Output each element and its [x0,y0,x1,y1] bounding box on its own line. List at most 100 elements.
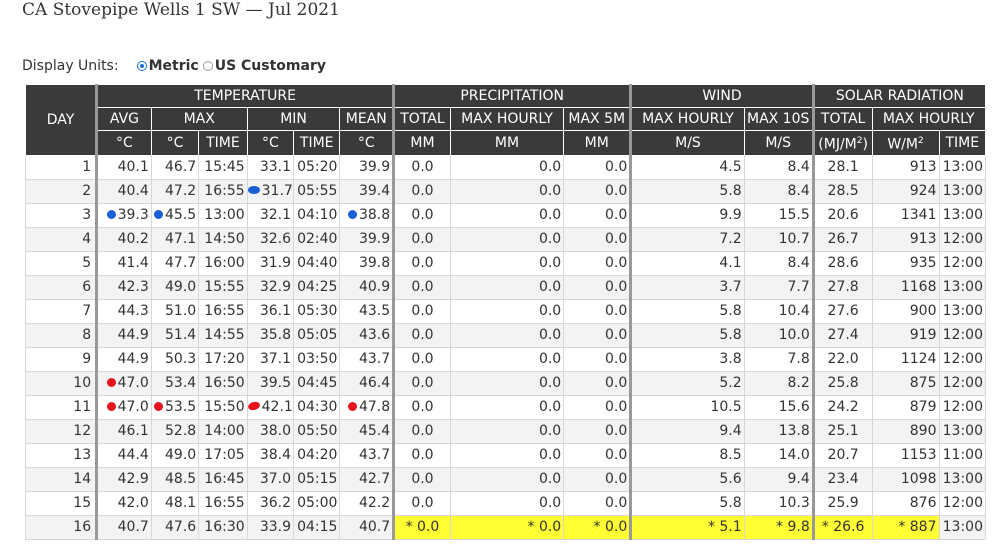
cell-avg: 40.1 [95,154,152,180]
cell-precip-max-5m: 0.0 [563,250,632,276]
cell-precip-max-5m: 0.0 [563,178,632,204]
cell-precip-max-5m: 0.0 [563,466,632,492]
col-solar-total: TOTAL [811,107,873,131]
table-row: 10 47.0 53.4 16:50 39.5 04:45 46.4 0.0 0.0 0.0 5.2… [24,370,986,396]
cell-mean: 40.9 [339,274,395,300]
table-row: 7 44.3 51.0 16:55 36.1 05:30 43.5 0.0 0.0 0.0 5.8 1… [24,298,986,324]
cell-solar-total: 25.1 [811,418,873,444]
cell-avg: 40.4 [95,178,152,204]
unit-wind-max-hourly: M/S [629,130,745,156]
cell-solar-time: 13:00 [938,514,986,540]
cell-wind-max-10s: 10.7 [743,226,814,252]
cell-max: 48.5 [150,466,200,492]
cell-day: 11 [24,394,98,420]
col-precip-max-5m: MAX 5M [563,107,632,131]
cell-wind-max-hourly: * 5.1 [629,514,745,540]
table-row: 12 46.1 52.8 14:00 38.0 05:50 45.4 0.0 0.0 0.0 9.4… [24,418,986,444]
unit-precip-max-5m: MM [563,130,632,156]
col-min: MIN [246,107,341,131]
col-precip-total: TOTAL [392,107,451,131]
cell-solar-max-hourly: * 887 [871,514,940,540]
cell-max-time: 15:45 [198,154,248,180]
cell-solar-max-hourly: 876 [871,490,940,516]
cell-max-time: 16:30 [198,514,248,540]
cell-solar-total: * 26.6 [811,514,873,540]
cell-min: 31.7 [246,178,295,204]
col-max: MAX [150,107,248,131]
cell-day: 16 [24,514,98,540]
cell-wind-max-10s: 8.4 [743,178,814,204]
metric-radio[interactable]: Metric [136,57,199,75]
cell-avg: 44.9 [95,346,152,372]
cell-precip-total: 0.0 [392,394,451,420]
subheader-row: AVG MAX MIN MEAN TOTAL MAX HOURLY MAX 5M… [26,107,986,131]
cell-precip-max-5m: 0.0 [563,442,632,468]
cell-max: 47.7 [150,250,200,276]
cell-wind-max-hourly: 3.7 [629,274,745,300]
cell-precip-max-5m: 0.0 [563,490,632,516]
cell-precip-max-hourly: 0.0 [449,298,565,324]
cell-max: 47.2 [150,178,200,204]
cell-max-time: 14:50 [198,226,248,252]
cell-wind-max-10s: 13.8 [743,418,814,444]
cell-precip-total: 0.0 [392,418,451,444]
cell-wind-max-hourly: 4.1 [629,250,745,276]
cell-precip-max-hourly: 0.0 [449,202,565,228]
cell-mean: 42.7 [339,466,395,492]
cell-avg: 39.3 [95,202,152,228]
table-row: 13 44.4 49.0 17:05 38.4 04:20 43.7 0.0 0.0 0.0 8.5… [24,442,986,468]
cell-wind-max-10s: 10.0 [743,322,814,348]
cell-solar-max-hourly: 1124 [871,346,940,372]
group-header-row: DAY TEMPERATURE PRECIPITATION WIND SOLAR… [24,84,987,156]
record-high-marker-icon [154,401,164,411]
record-low-marker-icon [154,209,164,219]
cell-max-time: 16:55 [198,178,248,204]
cell-precip-max-5m: * 0.0 [563,514,632,540]
cell-solar-time: 13:00 [938,274,986,300]
cell-precip-max-hourly: 0.0 [449,322,565,348]
cell-precip-max-hourly: 0.0 [449,394,565,420]
cell-wind-max-hourly: 8.5 [629,442,745,468]
cell-solar-max-hourly: 1341 [871,202,940,228]
cell-wind-max-hourly: 3.8 [629,346,745,372]
cell-solar-total: 23.4 [811,466,873,492]
cell-solar-time: 12:00 [938,322,986,348]
cell-max-time: 14:00 [198,418,248,444]
cell-solar-total: 25.8 [811,370,873,396]
cell-max: 50.3 [150,346,200,372]
table-row: 11 47.0 53.5 15:50 42.1 04:30 47.8 0.0 0.0 0.0 10.… [24,394,986,420]
cell-day: 3 [24,202,98,228]
cell-solar-max-hourly: 919 [871,322,940,348]
cell-min-time: 04:15 [293,514,341,540]
cell-solar-time: 13:00 [938,466,986,492]
cell-max-time: 17:20 [198,346,248,372]
cell-solar-time: 11:00 [938,442,986,468]
cell-avg: 47.0 [95,370,152,396]
cell-min: 32.1 [246,202,295,228]
cell-precip-total: 0.0 [392,226,451,252]
us-customary-radio[interactable]: US Customary [202,57,326,75]
cell-min-time: 04:20 [293,442,341,468]
cell-wind-max-hourly: 5.8 [629,298,745,324]
unit-solar-total: (MJ/M2) [811,130,873,156]
cell-max-time: 15:55 [198,274,248,300]
cell-wind-max-hourly: 9.9 [629,202,745,228]
units-header-row: °C °C TIME °C TIME °C MM MM MM M/S M/S (… [26,130,986,156]
cell-mean: 46.4 [339,370,395,396]
cell-precip-max-5m: 0.0 [563,274,632,300]
record-high-marker-icon [106,377,116,387]
cell-precip-total: 0.0 [392,202,451,228]
cell-mean: 39.4 [339,178,395,204]
record-low-marker-icon [347,209,357,219]
cell-wind-max-10s: 8.4 [743,154,814,180]
cell-max-time: 16:55 [198,298,248,324]
cell-precip-max-hourly: 0.0 [449,250,565,276]
cell-precip-max-hourly: 0.0 [449,346,565,372]
cell-min: 33.9 [246,514,295,540]
cell-max: 46.7 [150,154,200,180]
col-mean: MEAN [339,107,395,131]
cell-solar-time: 12:00 [938,394,986,420]
cell-min: 39.5 [246,370,295,396]
cell-solar-total: 25.9 [811,490,873,516]
cell-wind-max-10s: 7.7 [743,274,814,300]
